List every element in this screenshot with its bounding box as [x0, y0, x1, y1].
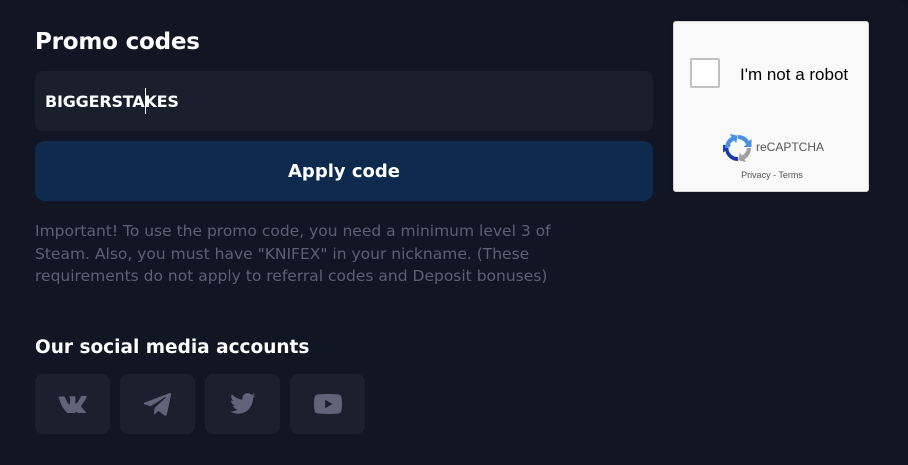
recaptcha-widget: I'm not a robot reCAPTCHA Privacy - Term… [673, 21, 869, 192]
promo-code-field[interactable] [35, 71, 653, 131]
recaptcha-label: I'm not a robot [740, 65, 849, 84]
promo-code-input[interactable] [45, 71, 635, 131]
apply-code-button[interactable]: Apply code [35, 141, 653, 201]
vk-icon [58, 395, 87, 413]
twitter-button[interactable] [205, 374, 280, 434]
twitter-icon [229, 393, 255, 414]
youtube-icon [313, 394, 342, 414]
promo-requirements-notice: Important! To use the promo code, you ne… [35, 222, 551, 286]
recaptcha-terms-link[interactable]: Terms [778, 170, 803, 180]
social-title: Our social media accounts [35, 337, 310, 358]
recaptcha-links: Privacy - Terms [674, 170, 870, 180]
vk-button[interactable] [35, 374, 110, 434]
telegram-icon [143, 393, 171, 416]
promo-title: Promo codes [35, 29, 200, 55]
recaptcha-checkbox[interactable] [690, 58, 720, 88]
youtube-button[interactable] [290, 374, 365, 434]
recaptcha-privacy-link[interactable]: Privacy [741, 170, 771, 180]
text-caret [145, 88, 146, 114]
recaptcha-brand: reCAPTCHA [756, 140, 825, 154]
social-links [35, 374, 365, 434]
recaptcha-logo-icon [723, 134, 752, 162]
telegram-button[interactable] [120, 374, 195, 434]
